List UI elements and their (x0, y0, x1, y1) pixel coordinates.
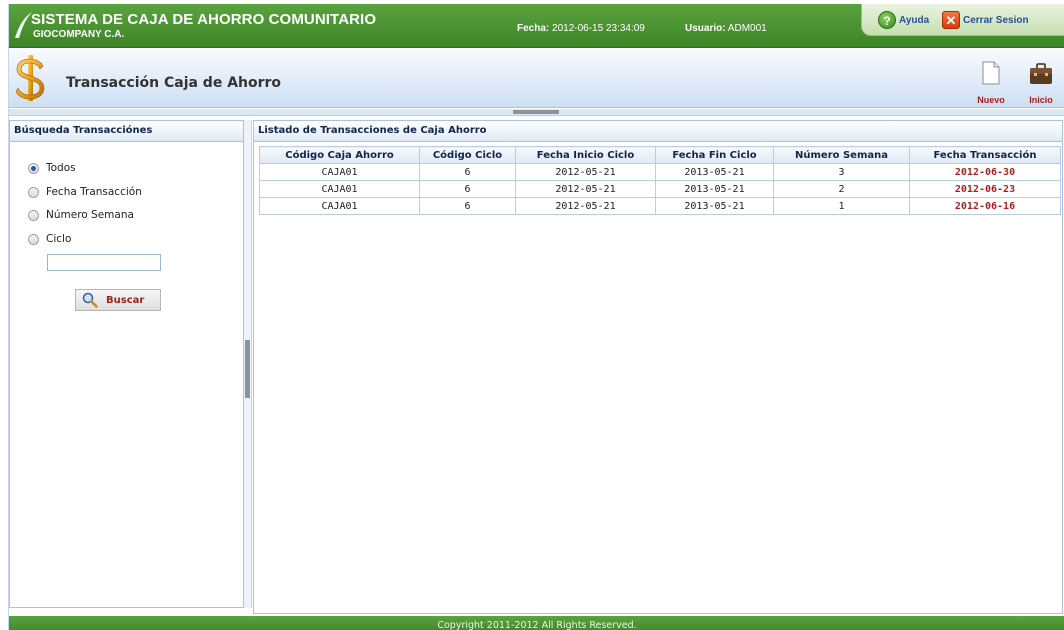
option-fecha-transaccion[interactable]: Fecha Transacción (28, 186, 142, 198)
column-header[interactable]: Fecha Fin Ciclo (655, 146, 774, 164)
current-date: Fecha: 2012-06-15 23:34:09 (517, 23, 645, 34)
app-window: SISTEMA DE CAJA DE AHORRO COMUNITARIO GI… (8, 4, 1064, 630)
table-cell: 2012-06-23 (909, 180, 1061, 198)
help-label: Ayuda (899, 14, 930, 26)
column-header[interactable]: Fecha Inicio Ciclo (515, 146, 656, 164)
radio-numero-semana[interactable] (28, 209, 39, 221)
table-row[interactable]: CAJA01 6 2012-05-21 2013-05-21 3 2012-06… (259, 163, 1061, 181)
search-panel: Búsqueda Transacciónes Todos Fecha Trans… (9, 120, 244, 608)
radio-fecha-transaccion[interactable] (28, 186, 39, 198)
close-icon: ✕ (942, 11, 960, 29)
ciclo-input[interactable] (47, 254, 161, 271)
logout-link[interactable]: ✕ Cerrar Sesion (942, 10, 1029, 30)
radio-todos[interactable] (28, 162, 39, 174)
footer-copyright: Copyright 2011-2012 All Rights Reserved. (9, 616, 1064, 630)
table-cell: 2013-05-21 (655, 180, 774, 198)
table-cell: 2012-05-21 (515, 163, 656, 181)
column-header[interactable]: Código Ciclo (419, 146, 516, 164)
page-title: Transacción Caja de Ahorro (66, 75, 282, 91)
transactions-panel: Listado de Transacciones de Caja Ahorro … (253, 120, 1063, 614)
logout-label: Cerrar Sesion (963, 14, 1029, 26)
table-row[interactable]: CAJA01 6 2012-05-21 2013-05-21 2 2012-06… (259, 180, 1061, 198)
table-row[interactable]: CAJA01 6 2012-05-21 2013-05-21 1 2012-06… (259, 197, 1061, 215)
fecha-label: Fecha: (517, 23, 550, 34)
table-cell: 2 (773, 180, 910, 198)
briefcase-icon (1030, 63, 1052, 84)
search-button[interactable]: Buscar (75, 289, 161, 311)
transactions-panel-title: Listado de Transacciones de Caja Ahorro (254, 121, 1062, 142)
west-splitter[interactable] (244, 120, 252, 608)
table-cell: 6 (419, 163, 516, 181)
transactions-table: Código Caja Ahorro Código Ciclo Fecha In… (259, 146, 1061, 215)
option-todos[interactable]: Todos (28, 162, 76, 174)
home-label: Inicio (1029, 95, 1053, 105)
usuario-value: ADM001 (727, 23, 767, 34)
table-cell: CAJA01 (259, 180, 420, 198)
option-label: Fecha Transacción (46, 186, 142, 198)
table-cell: 2013-05-21 (655, 197, 774, 215)
column-header[interactable]: Fecha Transacción (909, 146, 1061, 164)
table-cell: 6 (419, 197, 516, 215)
table-cell: CAJA01 (259, 197, 420, 215)
current-user: Usuario: ADM001 (685, 23, 767, 34)
radio-ciclo[interactable] (28, 233, 39, 245)
splitter-handle[interactable] (245, 340, 250, 398)
help-icon: ? (878, 11, 896, 29)
table-cell: 2012-06-30 (909, 163, 1061, 181)
table-cell: 1 (773, 197, 910, 215)
table-cell: 3 (773, 163, 910, 181)
table-cell: 2012-06-16 (909, 197, 1061, 215)
table-cell: 2012-05-21 (515, 180, 656, 198)
option-label: Número Semana (46, 209, 134, 221)
table-cell: CAJA01 (259, 163, 420, 181)
dollar-icon (15, 55, 45, 101)
search-icon (82, 292, 98, 308)
fecha-value: 2012-06-15 23:34:09 (552, 23, 645, 34)
table-cell: 2012-05-21 (515, 197, 656, 215)
new-document-icon (982, 61, 1000, 85)
column-header[interactable]: Código Caja Ahorro (259, 146, 420, 164)
top-header: SISTEMA DE CAJA DE AHORRO COMUNITARIO GI… (9, 4, 1064, 48)
usuario-label: Usuario: (685, 23, 726, 34)
new-button[interactable]: Nuevo (971, 61, 1011, 107)
company-name: GIOCOMPANY C.A. (33, 29, 125, 40)
table-header-row: Código Caja Ahorro Código Ciclo Fecha In… (259, 146, 1061, 164)
header-links: ? Ayuda ✕ Cerrar Sesion (861, 4, 1064, 36)
option-label: Ciclo (46, 233, 72, 245)
option-ciclo[interactable]: Ciclo (28, 233, 71, 245)
table-cell: 6 (419, 180, 516, 198)
option-label: Todos (46, 162, 76, 174)
help-link[interactable]: ? Ayuda (878, 10, 929, 30)
app-title: SISTEMA DE CAJA DE AHORRO COMUNITARIO (31, 11, 377, 28)
logo-swoosh-icon (15, 12, 32, 38)
new-label: Nuevo (977, 95, 1005, 105)
column-header[interactable]: Número Semana (773, 146, 910, 164)
table-cell: 2013-05-21 (655, 163, 774, 181)
search-button-label: Buscar (106, 294, 145, 306)
north-splitter[interactable] (9, 109, 1064, 116)
search-panel-title: Búsqueda Transacciónes (10, 121, 243, 142)
page-title-bar: Transacción Caja de Ahorro Nuevo Inicio (9, 49, 1064, 108)
splitter-handle[interactable] (513, 110, 559, 114)
option-numero-semana[interactable]: Número Semana (28, 209, 134, 221)
home-button[interactable]: Inicio (1021, 61, 1061, 107)
